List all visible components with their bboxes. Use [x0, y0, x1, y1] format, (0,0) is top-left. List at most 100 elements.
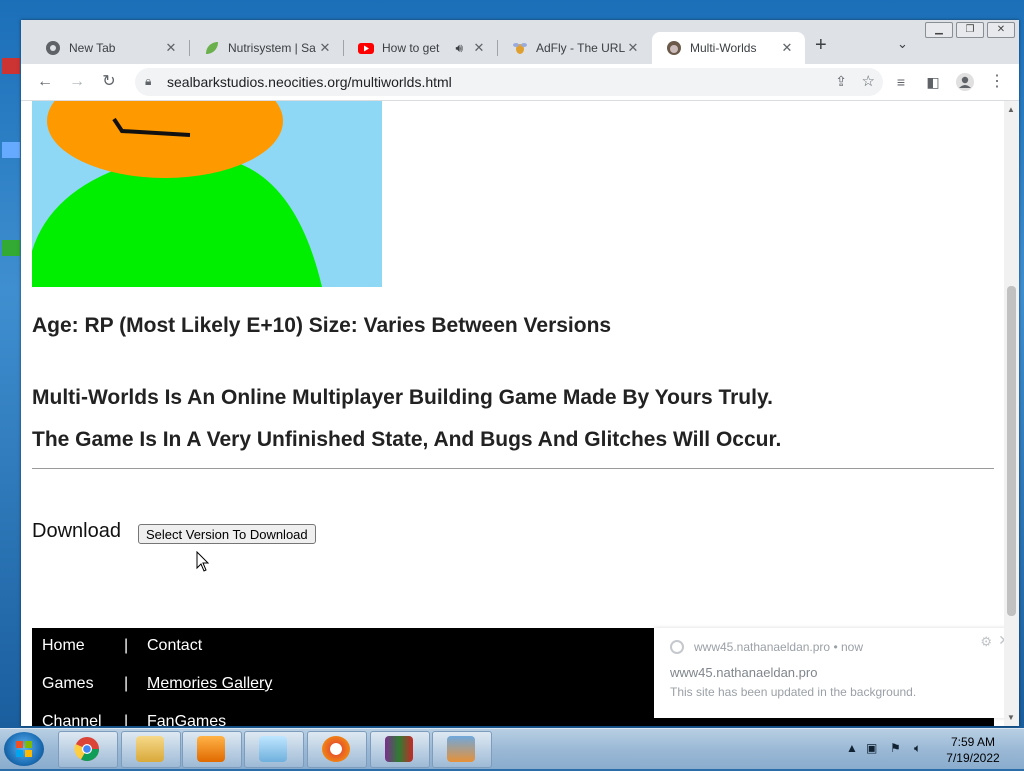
tab-title: Multi-Worlds [690, 41, 757, 55]
chrome-icon [46, 41, 60, 55]
taskbar: ▲ ▣ ⚑ 🔈︎ 7:59 AM 7/19/2022 [0, 728, 1024, 769]
browser-window: New Tab ✕ Nutrisystem | Sa ✕ How to get … [21, 20, 1019, 726]
close-tab-icon[interactable]: ✕ [779, 40, 795, 56]
taskbar-explorer[interactable] [121, 731, 181, 768]
footer-link-home[interactable]: Home [42, 637, 85, 655]
tab-new-tab[interactable]: New Tab ✕ [31, 32, 189, 64]
notification-origin-text: www45.nathanaeldan.pro [694, 640, 831, 654]
share-icon[interactable]: ⇪ [835, 73, 847, 90]
action-center-icon[interactable]: ⚑ [890, 741, 901, 755]
chrome-icon [74, 737, 99, 762]
scroll-up-icon[interactable]: ▲ [1007, 105, 1015, 114]
archive-icon [385, 736, 413, 762]
desktop-icon[interactable] [0, 240, 22, 256]
close-tab-icon[interactable]: ✕ [163, 40, 179, 56]
profile-avatar[interactable] [955, 72, 975, 92]
back-icon[interactable]: ← [35, 72, 55, 92]
reload-icon[interactable]: ↻ [99, 72, 119, 92]
download-label: Download [32, 520, 121, 542]
maximize-button[interactable]: ❐ [956, 22, 984, 38]
taskbar-app[interactable] [244, 731, 304, 768]
scrollbar-thumb[interactable] [1007, 286, 1016, 616]
close-tab-icon[interactable]: ✕ [625, 40, 641, 56]
footer-link-memories[interactable]: Memories Gallery [147, 675, 272, 693]
side-panel-icon[interactable]: ◧ [923, 72, 943, 92]
chrome-icon [670, 640, 684, 654]
youtube-icon [358, 43, 374, 54]
volume-icon[interactable]: 🔈︎ [914, 741, 921, 756]
site-icon [667, 41, 681, 55]
footer-link-fangames[interactable]: FanGames [147, 713, 226, 726]
media-control-icon[interactable]: ≡ [891, 72, 911, 92]
adfly-icon [513, 43, 527, 54]
close-window-button[interactable]: ✕ [987, 22, 1015, 38]
new-tab-button[interactable]: + [815, 34, 827, 57]
scroll-down-icon[interactable]: ▼ [1007, 713, 1015, 722]
page-viewport: Age: RP (Most Likely E+10) Size: Varies … [21, 101, 1004, 726]
divider [32, 468, 994, 469]
notification-time: now [841, 640, 864, 654]
push-notification[interactable]: www45.nathanaeldan.pro • now ⚙ ✕ www45.n… [654, 628, 1004, 718]
forward-icon[interactable]: → [67, 72, 87, 92]
tab-youtube[interactable]: How to get 🔊︎ ✕ [344, 32, 497, 64]
desktop-icon[interactable] [0, 58, 22, 74]
close-tab-icon[interactable]: ✕ [317, 40, 333, 56]
close-tab-icon[interactable]: ✕ [471, 40, 487, 56]
taskbar-chrome[interactable] [58, 731, 118, 768]
taskbar-control-panel[interactable] [432, 731, 492, 768]
taskbar-media-player[interactable] [182, 731, 242, 768]
notification-origin: www45.nathanaeldan.pro • now [694, 640, 863, 654]
tab-title: New Tab [69, 41, 116, 55]
window-controls: ▁ ❐ ✕ [922, 22, 1015, 38]
menu-icon[interactable]: ⋮ [987, 72, 1007, 92]
antivirus-icon [322, 736, 350, 762]
age-size-info: Age: RP (Most Likely E+10) Size: Varies … [32, 314, 612, 337]
show-hidden-icons[interactable]: ▲ [846, 741, 858, 755]
footer-separator: | [124, 675, 129, 692]
address-bar[interactable]: 🔒︎ sealbarkstudios.neocities.org/multiwo… [135, 68, 883, 96]
windows-logo-icon [16, 741, 32, 757]
gear-icon[interactable]: ⚙ [980, 634, 992, 650]
taskbar-winrar[interactable] [370, 731, 430, 768]
media-player-icon [197, 736, 225, 762]
tab-title: Nutrisystem | Sa [228, 41, 316, 55]
tab-search-icon[interactable]: ⌄ [897, 36, 908, 52]
tab-title: AdFly - The URL [536, 41, 625, 55]
desktop-icon[interactable] [0, 142, 22, 158]
bookmark-star-icon[interactable]: ☆ [862, 72, 875, 90]
footer-separator: | [124, 713, 129, 726]
lock-icon[interactable]: 🔒︎ [145, 74, 151, 89]
minimize-button[interactable]: ▁ [925, 22, 953, 38]
mouse-cursor-icon [196, 551, 210, 572]
network-icon[interactable]: ▣ [866, 741, 877, 755]
game-character-image [32, 101, 382, 287]
footer-link-games[interactable]: Games [42, 675, 94, 693]
folder-icon [136, 736, 164, 762]
tab-nutrisystem[interactable]: Nutrisystem | Sa ✕ [190, 32, 343, 64]
url-text[interactable]: sealbarkstudios.neocities.org/multiworld… [167, 74, 452, 90]
notification-separator: • [833, 640, 841, 654]
leaf-icon [206, 42, 218, 54]
game-description: Multi-Worlds Is An Online Multiplayer Bu… [32, 386, 773, 409]
footer-link-channel[interactable]: Channel [42, 713, 102, 726]
taskbar-avg[interactable] [307, 731, 367, 768]
tab-multi-worlds[interactable]: Multi-Worlds ✕ [652, 32, 805, 64]
tab-strip: New Tab ✕ Nutrisystem | Sa ✕ How to get … [21, 20, 1019, 64]
control-panel-icon [447, 736, 475, 762]
start-button[interactable] [4, 732, 44, 766]
notification-message: This site has been updated in the backgr… [670, 685, 917, 699]
tab-title: How to get [382, 41, 440, 55]
tab-adfly[interactable]: AdFly - The URL ✕ [498, 32, 651, 64]
footer-link-contact[interactable]: Contact [147, 637, 202, 655]
notification-site: www45.nathanaeldan.pro [670, 665, 818, 680]
footer-separator: | [124, 637, 129, 654]
speaker-icon[interactable]: 🔊︎ [455, 41, 463, 56]
vertical-scrollbar[interactable]: ▲ ▼ [1004, 101, 1019, 726]
clock-time: 7:59 AM [950, 735, 996, 749]
browser-toolbar: ← → ↻ 🔒︎ sealbarkstudios.neocities.org/m… [21, 64, 1019, 101]
app-icon [259, 736, 287, 762]
select-version-button[interactable]: Select Version To Download [138, 524, 316, 544]
game-warning: The Game Is In A Very Unfinished State, … [32, 428, 782, 451]
clock-date: 7/19/2022 [946, 751, 1000, 765]
system-clock[interactable]: 7:59 AM 7/19/2022 [940, 734, 1006, 766]
